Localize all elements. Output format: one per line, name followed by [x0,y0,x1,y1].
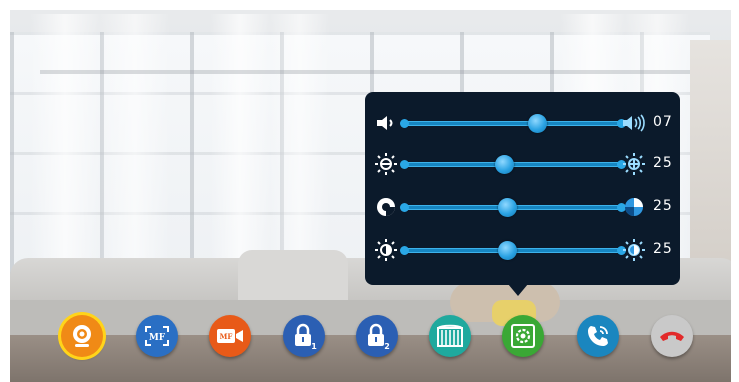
volume-row: 07 [365,108,680,138]
record-mf-icon: MF [217,329,243,343]
volume-value: 07 [653,114,673,130]
lock-1-icon: 1 [295,323,317,350]
image-settings-panel: 07 25 25 25 [365,92,680,285]
curtain-rail [40,70,700,74]
snapshot-button[interactable]: MF [136,315,178,357]
contrast-value: 25 [653,241,673,257]
brightness-low-icon[interactable] [373,151,399,177]
call-hangup-icon [660,331,684,341]
color-saturation-low-icon[interactable] [373,194,399,220]
monitor-button[interactable] [61,315,103,357]
svg-text:MF: MF [220,332,233,341]
brightness-high-icon[interactable] [621,151,647,177]
curtain [210,14,330,278]
curtain [30,14,170,278]
settings-button[interactable] [502,315,544,357]
brightness-row: 25 [365,149,680,179]
color-slider-track[interactable] [400,198,626,217]
hangup-button[interactable] [651,315,693,357]
unlock-2-button[interactable]: 2 [356,315,398,357]
contrast-low-icon[interactable] [373,237,399,263]
brightness-slider-knob[interactable] [495,155,515,174]
brightness-slider-track[interactable] [400,155,626,174]
gate-icon [437,324,463,347]
color-value: 25 [653,198,673,214]
contrast-slider-track[interactable] [400,241,626,260]
volume-slider-knob[interactable] [527,114,547,133]
camera-icon [73,325,91,347]
svg-text:2: 2 [384,342,390,350]
contrast-high-icon[interactable] [621,237,647,263]
speaker-icon[interactable] [373,110,399,136]
settings-icon [511,324,535,348]
color-slider-knob[interactable] [497,198,517,217]
panel-pointer [508,284,528,296]
record-button[interactable]: MF [209,315,251,357]
color-row: 25 [365,192,680,222]
contrast-row: 25 [365,235,680,265]
speaker-loud-icon[interactable] [621,110,647,136]
volume-slider-track[interactable] [400,114,626,133]
call-answer-icon [588,326,608,346]
lock-2-icon: 2 [368,323,390,350]
brightness-value: 25 [653,155,673,171]
svg-text:MF: MF [149,333,166,343]
color-saturation-high-icon[interactable] [621,194,647,220]
top-border [0,0,739,10]
bottom-toolbar: MF MF 1 2 [0,308,739,364]
answer-call-button[interactable] [577,315,619,357]
gate-button[interactable] [429,315,471,357]
svg-text:1: 1 [311,342,317,350]
contrast-slider-knob[interactable] [497,241,517,260]
snapshot-mf-icon: MF [145,326,169,346]
unlock-1-button[interactable]: 1 [283,315,325,357]
